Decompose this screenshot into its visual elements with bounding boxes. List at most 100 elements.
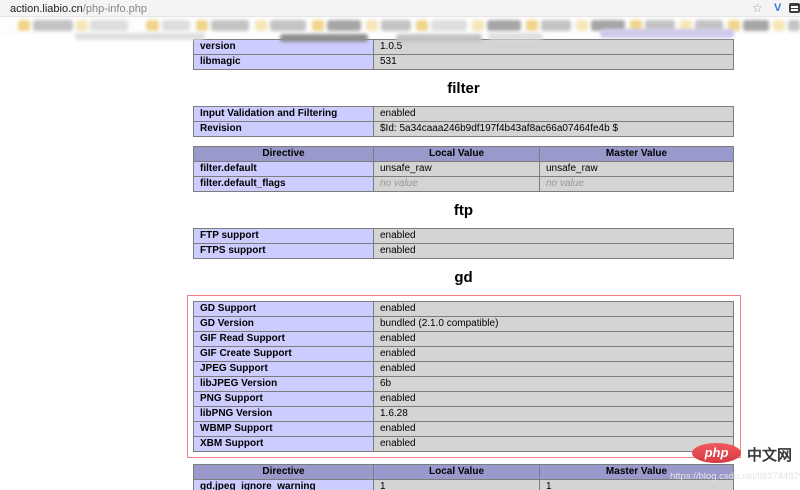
prop-value: enabled: [374, 437, 734, 452]
address-url[interactable]: action.liabio.cn/php-info.php: [10, 3, 147, 15]
prop-label: GIF Create Support: [194, 347, 374, 362]
table-row: GIF Read Supportenabled: [194, 332, 734, 347]
prop-value: 531: [374, 55, 734, 70]
table-row: GIF Create Supportenabled: [194, 347, 734, 362]
browser-url-bar[interactable]: action.liabio.cn/php-info.php ☆ V: [0, 0, 800, 17]
prop-label: FTP support: [194, 229, 374, 244]
prop-value: $Id: 5a34caaa246b9df197f4b43af8ac66a0746…: [374, 122, 734, 137]
prop-label: JPEG Support: [194, 362, 374, 377]
prop-value: enabled: [374, 244, 734, 259]
local-value: unsafe_raw: [374, 162, 540, 177]
column-header: Directive: [194, 465, 374, 480]
prop-value: enabled: [374, 302, 734, 317]
table-row: gd.jpeg_ignore_warning11: [194, 480, 734, 490]
watermark-url: https://blog.csdn.net/li837448792: [670, 471, 800, 482]
censored-blob: [487, 20, 521, 31]
prop-value: enabled: [374, 107, 734, 122]
censored-blob: [90, 20, 128, 31]
prop-label: libJPEG Version: [194, 377, 374, 392]
censored-blob: [280, 34, 368, 42]
prop-label: XBM Support: [194, 437, 374, 452]
table-row: Revision$Id: 5a34caaa246b9df197f4b43af8a…: [194, 122, 734, 137]
prop-value: 6b: [374, 377, 734, 392]
prop-label: Revision: [194, 122, 374, 137]
prop-value: 1.6.28: [374, 407, 734, 422]
table-row: libJPEG Version6b: [194, 377, 734, 392]
section-heading-gd: gd: [193, 268, 734, 288]
table-row: FTP supportenabled: [194, 229, 734, 244]
censored-blob: [75, 33, 205, 40]
prop-label: Input Validation and Filtering: [194, 107, 374, 122]
url-path: /php-info.php: [83, 3, 147, 15]
browser-menu-icon[interactable]: [789, 3, 800, 13]
table-row: filter.default_flagsno valueno value: [194, 177, 734, 192]
censored-blob: [773, 20, 785, 31]
props-table-ftp: FTP supportenabledFTPS supportenabled: [193, 228, 734, 259]
column-header: Master Value: [540, 147, 734, 162]
column-header: Local Value: [374, 465, 540, 480]
prop-value: enabled: [374, 422, 734, 437]
table-row: XBM Supportenabled: [194, 437, 734, 452]
directive-table-gd: DirectiveLocal ValueMaster Valuegd.jpeg_…: [193, 464, 734, 490]
directive-name: filter.default_flags: [194, 177, 374, 192]
censored-blob: [472, 20, 484, 31]
censored-blob: [33, 20, 73, 31]
column-header: Directive: [194, 147, 374, 162]
prop-label: GD Support: [194, 302, 374, 317]
censored-blob: [541, 20, 571, 31]
props-table-filter: Input Validation and FilteringenabledRev…: [193, 106, 734, 137]
local-value: no value: [374, 177, 540, 192]
censored-blob: [18, 20, 30, 31]
php-cn-logo: php: [692, 443, 741, 463]
prop-label: GD Version: [194, 317, 374, 332]
censored-blob: [211, 20, 249, 31]
prop-value: enabled: [374, 362, 734, 377]
directive-name: filter.default: [194, 162, 374, 177]
section-heading-filter: filter: [193, 79, 734, 99]
censored-blob: [788, 20, 800, 31]
table-row: Input Validation and Filteringenabled: [194, 107, 734, 122]
table-row: WBMP Supportenabled: [194, 422, 734, 437]
censored-blob: [196, 20, 208, 31]
table-row: PNG Supportenabled: [194, 392, 734, 407]
section-heading-ftp: ftp: [193, 201, 734, 221]
prop-label: libmagic: [194, 55, 374, 70]
censored-blob: [270, 20, 306, 31]
censored-blob: [76, 20, 88, 31]
directive-name: gd.jpeg_ignore_warning: [194, 480, 374, 490]
table-row: JPEG Supportenabled: [194, 362, 734, 377]
table-header-row: DirectiveLocal ValueMaster Value: [194, 465, 734, 480]
column-header: Local Value: [374, 147, 540, 162]
extension-v-icon[interactable]: V: [774, 2, 781, 14]
censored-blob: [255, 20, 267, 31]
local-value: 1: [374, 480, 540, 490]
prop-label: GIF Read Support: [194, 332, 374, 347]
prop-value: enabled: [374, 347, 734, 362]
censored-blob: [416, 20, 428, 31]
censored-blob: [162, 20, 190, 31]
master-value: no value: [540, 177, 734, 192]
censored-blob: [366, 20, 378, 31]
prop-value: enabled: [374, 332, 734, 347]
censored-blob: [431, 20, 467, 31]
bookmark-star-icon[interactable]: ☆: [752, 1, 763, 15]
table-row: filter.defaultunsafe_rawunsafe_raw: [194, 162, 734, 177]
table-header-row: DirectiveLocal ValueMaster Value: [194, 147, 734, 162]
prop-label: PNG Support: [194, 392, 374, 407]
props-table-gd: GD SupportenabledGD Versionbundled (2.1.…: [193, 301, 734, 452]
prop-value: enabled: [374, 392, 734, 407]
censored-blob: [327, 20, 361, 31]
censored-blob: [381, 20, 411, 31]
censored-blob: [526, 20, 538, 31]
phpinfo-content: version1.0.5libmagic531 filter Input Val…: [0, 35, 800, 490]
table-row: libmagic531: [194, 55, 734, 70]
directive-table-filter: DirectiveLocal ValueMaster Valuefilter.d…: [193, 146, 734, 192]
prop-value: enabled: [374, 229, 734, 244]
prop-label: libPNG Version: [194, 407, 374, 422]
table-row: GD Supportenabled: [194, 302, 734, 317]
censored-blob: [576, 20, 588, 31]
censored-blob: [312, 20, 324, 31]
props-table-partial: version1.0.5libmagic531: [193, 39, 734, 70]
master-value: unsafe_raw: [540, 162, 734, 177]
censored-blob: [743, 20, 769, 31]
